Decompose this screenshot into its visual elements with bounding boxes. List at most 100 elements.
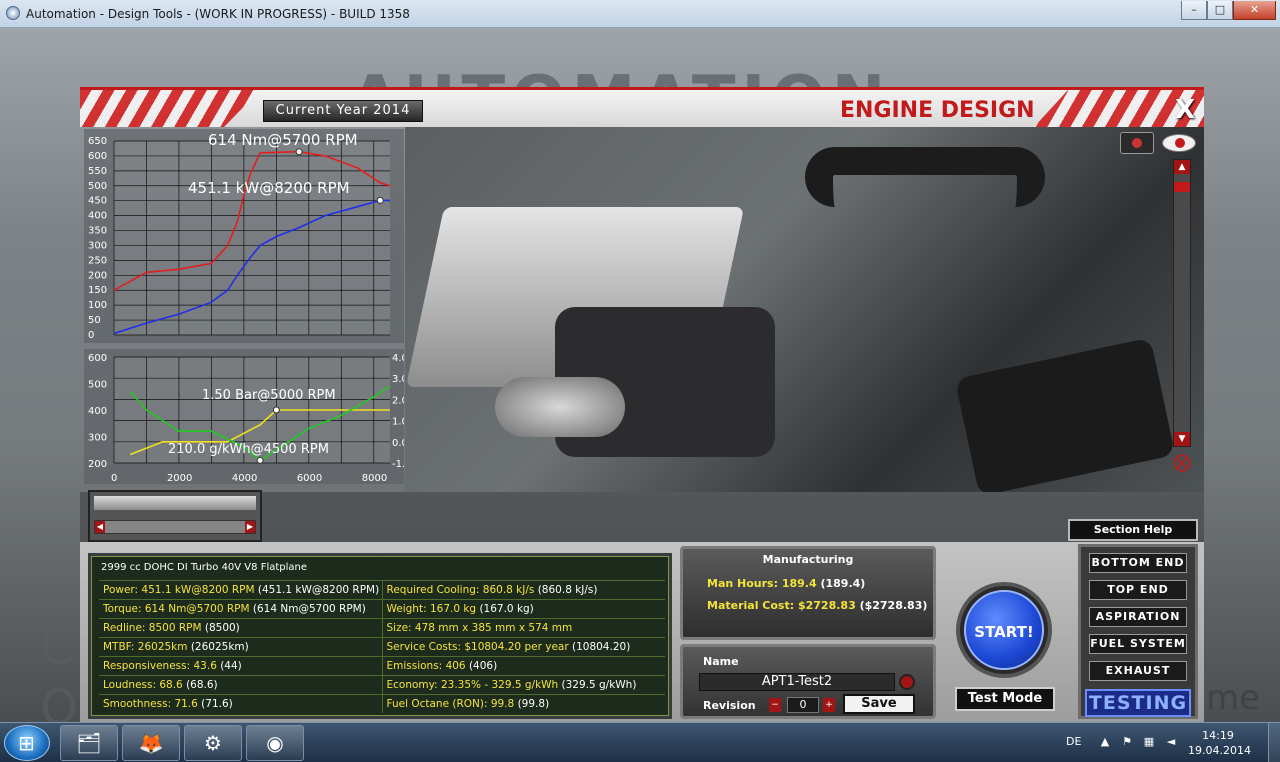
taskbar: 🗂 🦊 ⚙ ◉ DE ▲ ⚑ ▦ ◄ 14:19 19.04.2014 [0,722,1280,762]
stat-value: Required Cooling: 860.8 kJ/s [386,584,535,596]
stat-value: Loudness: 68.6 [103,679,183,691]
close-panel-button[interactable]: X [1170,93,1200,127]
section-menu: BOTTOM END TOP END ASPIRATION FUEL SYSTE… [1078,544,1198,719]
stats-row: Redline: 8500 RPM (8500) Size: 478 mm x 3… [99,618,665,637]
backdrop-text-left: C O [40,620,78,722]
steam-icon[interactable]: ⚙ [184,725,242,761]
stat-extra: (71.6) [197,698,233,710]
stat-left: Power: 451.1 kW@8200 RPM (451.1 kW@8200 … [99,581,382,599]
engine-design-panel: Current Year 2014 ENGINE DESIGN X ▲ ▼ ⨂ … [80,87,1204,722]
mini-widget-slider[interactable]: ◀ ▶ [94,520,256,534]
tray-expand-icon[interactable]: ▲ [1098,735,1112,749]
x-tick-label: 2000 [167,473,192,484]
zoom-thumb[interactable] [1174,182,1190,192]
volume-icon[interactable]: ◄ [1164,735,1178,749]
eye-icon[interactable] [1162,134,1196,152]
clock-date: 19.04.2014 [1188,744,1251,757]
stat-left: Responsiveness: 43.6 (44) [99,657,382,675]
current-year-label: Current Year 2014 [263,100,423,122]
y-tick-label-right: 2.0 [392,395,404,406]
action-center-icon[interactable]: ⚑ [1120,735,1134,749]
rotate-view-icon[interactable]: ⨂ [1166,453,1198,473]
section-bottom-end[interactable]: BOTTOM END [1089,553,1187,573]
stat-value: Size: 478 mm x 385 mm x 574 mm [386,622,573,634]
bsfc-min-marker [256,456,264,464]
start-button[interactable]: START! [964,590,1044,670]
show-desktop-button[interactable] [1268,723,1280,762]
mini-widget-bar [94,496,256,510]
stat-extra: (451.1 kW@8200 RPM) [254,584,380,596]
section-top-end[interactable]: TOP END [1089,580,1187,600]
header-stripes-left [80,90,260,127]
stats-row: Smoothness: 71.6 (71.6) Fuel Octane (RON)… [99,694,665,713]
testing-button[interactable]: TESTING [1085,689,1191,717]
stat-value: Responsiveness: 43.6 [103,660,217,672]
stat-right: Service Costs: $10804.20 per year (10804… [381,638,666,656]
window-titlebar[interactable]: Automation - Design Tools - (WORK IN PRO… [0,0,1280,28]
revision-value: 0 [787,697,819,713]
y-tick-label: 550 [88,166,107,177]
backdrop-text-right: me [1206,678,1261,718]
y-tick-label-left: 200 [88,459,107,470]
revision-increment-button[interactable]: + [823,698,835,712]
y-tick-label: 0 [88,330,94,341]
name-settings-icon[interactable] [899,674,915,690]
engine-description: 2999 cc DOHC DI Turbo 40V V8 Flatplane [101,562,308,573]
clock[interactable]: 14:19 19.04.2014 [1188,728,1251,758]
explorer-icon[interactable]: 🗂 [60,725,118,761]
section-help-button[interactable]: Section Help [1068,519,1198,541]
material-cost-value: Material Cost: $2728.83 [707,599,856,612]
y-tick-label: 150 [88,285,107,296]
firefox-icon[interactable]: 🦊 [122,725,180,761]
windows-start-button[interactable] [4,725,50,761]
stats-row: Torque: 614 Nm@5700 RPM (614 Nm@5700 RPM… [99,599,665,618]
stat-right: Weight: 167.0 kg (167.0 kg) [381,600,666,618]
engine-stats-panel: 2999 cc DOHC DI Turbo 40V V8 Flatplane P… [88,553,672,719]
stats-row: Loudness: 68.6 (68.6) Economy: 23.35% - 3… [99,675,665,694]
stat-extra: (406) [465,660,498,672]
material-cost-extra: ($2728.83) [855,599,928,612]
name-revision-panel: Name APT1-Test2 Revision − 0 + Save [680,644,936,719]
section-aspiration[interactable]: ASPIRATION [1089,607,1187,627]
y-tick-label-left: 500 [88,380,107,391]
stats-row: Responsiveness: 43.6 (44) Emissions: 406 … [99,656,665,675]
stat-right: Fuel Octane (RON): 99.8 (99.8) [381,695,666,713]
stat-right: Size: 478 mm x 385 mm x 574 mm [381,619,666,637]
stat-extra: (10804.20) [568,641,631,653]
y-tick-label: 400 [88,211,107,222]
stat-left: Torque: 614 Nm@5700 RPM (614 Nm@5700 RPM… [99,600,382,618]
stat-value: MTBF: 26025km [103,641,188,653]
minimize-button[interactable]: – [1181,1,1207,20]
slider-left-arrow-icon[interactable]: ◀ [95,521,105,533]
section-exhaust[interactable]: EXHAUST [1089,661,1187,681]
slider-right-arrow-icon[interactable]: ▶ [245,521,255,533]
stat-extra: (614 Nm@5700 RPM) [249,603,366,615]
y-tick-label: 350 [88,226,107,237]
close-window-button[interactable]: ✕ [1233,1,1276,20]
save-button[interactable]: Save [843,694,915,714]
maximize-button[interactable]: □ [1207,1,1233,20]
section-fuel-system[interactable]: FUEL SYSTEM [1089,634,1187,654]
stats-grid: Power: 451.1 kW@8200 RPM (451.1 kW@8200 … [99,580,665,713]
clock-time: 14:19 [1202,729,1234,742]
language-indicator[interactable]: DE [1066,735,1081,748]
turbocharger [495,377,625,437]
automation-icon[interactable]: ◉ [246,725,304,761]
revision-decrement-button[interactable]: − [769,698,781,712]
camera-icon[interactable] [1120,132,1154,154]
mini-widget[interactable]: ◀ ▶ [88,490,262,542]
y-tick-label-right: -1.0 [392,459,404,470]
man-hours-extra: (189.4) [816,577,866,590]
test-mode-button[interactable]: Test Mode [955,687,1055,711]
torque-power-svg: 6506005505004504003503002502001501005006… [88,131,391,341]
zoom-up-arrow-icon[interactable]: ▲ [1174,160,1190,174]
network-icon[interactable]: ▦ [1142,735,1156,749]
torque-peak-label: 614 Nm@5700 RPM [208,131,358,149]
boost-economy-svg: 600 500 400 300 200 4.0 3.0 2.0 1.0 0.0 -1.0 0 2000 4… [88,353,412,484]
zoom-scrollbar[interactable]: ▲ ▼ [1173,159,1191,447]
engine-3d-view[interactable] [405,127,1204,492]
stat-right: Emissions: 406 (406) [381,657,666,675]
stats-row: Power: 451.1 kW@8200 RPM (451.1 kW@8200 … [99,580,665,599]
zoom-down-arrow-icon[interactable]: ▼ [1174,432,1190,446]
engine-name-field[interactable]: APT1-Test2 [699,673,895,691]
